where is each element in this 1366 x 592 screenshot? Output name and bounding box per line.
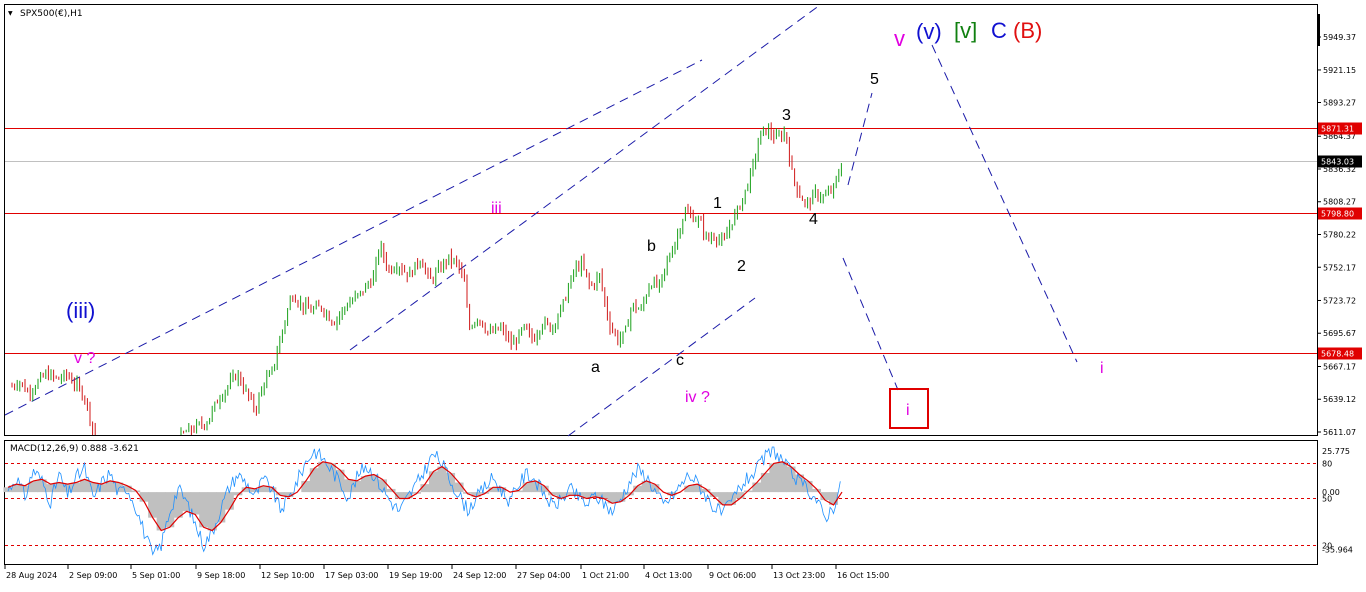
price-level-label: 5798.80 xyxy=(1321,210,1354,219)
wave-label-v-bracket[interactable]: [v] xyxy=(954,18,977,43)
macd-title: MACD(12,26,9) 0.888 -3.621 xyxy=(10,444,139,454)
time-tick-label: 19 Sep 19:00 xyxy=(389,571,442,580)
macd-histogram-bar xyxy=(80,479,90,493)
macd-tick-label: -35.964 xyxy=(1322,546,1353,555)
price-level-label: 5843.03 xyxy=(1321,158,1354,167)
price-tick-label: 5921.15 xyxy=(1323,66,1356,75)
wave-label-a[interactable]: a xyxy=(591,359,600,376)
macd-histogram-bar xyxy=(437,466,447,493)
time-tick-label: 2 Sep 09:00 xyxy=(69,571,117,580)
time-tick-label: 17 Sep 03:00 xyxy=(325,571,378,580)
wave-label-iii-paren[interactable]: (iii) xyxy=(66,298,95,323)
macd-histogram-bar xyxy=(309,468,319,493)
macd-histogram-bar xyxy=(224,492,234,510)
time-tick-label: 27 Sep 04:00 xyxy=(517,571,570,580)
wave-label-4[interactable]: 4 xyxy=(809,211,818,228)
price-tick-label: 5723.72 xyxy=(1323,296,1356,305)
time-tick-label: 4 Oct 13:00 xyxy=(645,571,692,580)
price-level-label: 5678.48 xyxy=(1321,350,1354,359)
wave-label-i-right[interactable]: i xyxy=(1100,360,1104,377)
wave-label-2[interactable]: 2 xyxy=(737,258,746,275)
macd-histogram-bar xyxy=(428,471,439,493)
price-tick-label: 5808.27 xyxy=(1323,198,1356,207)
price-tick-label: 5780.22 xyxy=(1323,231,1356,240)
symbol-arrow[interactable]: ▼ xyxy=(8,10,13,17)
chart-canvas[interactable]: 5949.375921.155893.275864.375836.325808.… xyxy=(0,0,1366,588)
wave-label-1[interactable]: 1 xyxy=(713,195,722,212)
wave-label-3[interactable]: 3 xyxy=(782,107,791,124)
time-tick-label: 9 Oct 06:00 xyxy=(709,571,756,580)
macd-tick-label: 25.775 xyxy=(1322,447,1350,456)
price-tick-label: 5639.12 xyxy=(1323,395,1356,404)
macd-histogram-bar xyxy=(301,480,311,493)
time-tick-label: 24 Sep 12:00 xyxy=(453,571,506,580)
wave-label-i-boxed[interactable]: i xyxy=(906,402,910,419)
price-tick-label: 5695.67 xyxy=(1323,329,1356,338)
macd-level-label: 80 xyxy=(1322,460,1332,469)
macd-histogram-bar xyxy=(684,485,694,493)
macd-histogram-bar xyxy=(148,492,158,518)
price-level-label: 5871.31 xyxy=(1321,125,1354,134)
wave-label-b[interactable]: b xyxy=(647,238,656,255)
time-tick-label: 9 Sep 18:00 xyxy=(197,571,245,580)
symbol-title: SPX500(€),H1 xyxy=(20,9,83,19)
time-tick-label: 1 Oct 21:00 xyxy=(582,571,629,580)
chart-window: 5949.37 5921.15 5893.27 5864.37 5836.32 5808.… xyxy=(0,0,1366,588)
macd-histogram-bar xyxy=(182,492,192,512)
wave-label-b-paren[interactable]: (B) xyxy=(1013,18,1042,43)
macd-histogram-bar xyxy=(377,479,388,493)
macd-histogram-bar xyxy=(803,480,813,493)
time-tick-label: 13 Oct 23:00 xyxy=(773,571,825,580)
macd-histogram-bar xyxy=(318,461,328,493)
wave-label-iii[interactable]: iii xyxy=(491,200,502,217)
wave-label-v-top[interactable]: v xyxy=(894,26,905,51)
time-tick-label: 12 Sep 10:00 xyxy=(261,571,314,580)
time-tick-label: 16 Oct 15:00 xyxy=(837,571,889,580)
wave-label-5[interactable]: 5 xyxy=(870,71,879,88)
wave-label-c[interactable]: C xyxy=(991,18,1007,43)
macd-histogram-bar xyxy=(522,482,532,493)
macd-tick-label: 0.00 xyxy=(1322,488,1340,497)
wave-label-v-question[interactable]: v ? xyxy=(74,350,95,367)
wave-label-v-paren[interactable]: (v) xyxy=(916,19,942,44)
time-tick-label: 28 Aug 2024 xyxy=(6,571,57,580)
macd-histogram-bar xyxy=(752,482,762,493)
time-tick-label: 5 Sep 01:00 xyxy=(132,571,180,580)
wave-label-iv-question[interactable]: iv ? xyxy=(685,389,710,406)
macd-histogram-bar xyxy=(369,474,379,493)
macd-histogram-bar xyxy=(352,480,362,493)
price-tick-label: 5611.07 xyxy=(1323,428,1356,437)
price-tick-label: 5893.27 xyxy=(1323,99,1356,108)
wave-label-c-lower[interactable]: c xyxy=(676,352,684,369)
price-tick-label: 5752.17 xyxy=(1323,263,1356,272)
macd-histogram-bar xyxy=(616,492,626,502)
price-tick-label: 5667.17 xyxy=(1323,362,1356,371)
price-tick-label: 5949.37 xyxy=(1323,33,1356,42)
macd-histogram-bar xyxy=(777,461,787,493)
